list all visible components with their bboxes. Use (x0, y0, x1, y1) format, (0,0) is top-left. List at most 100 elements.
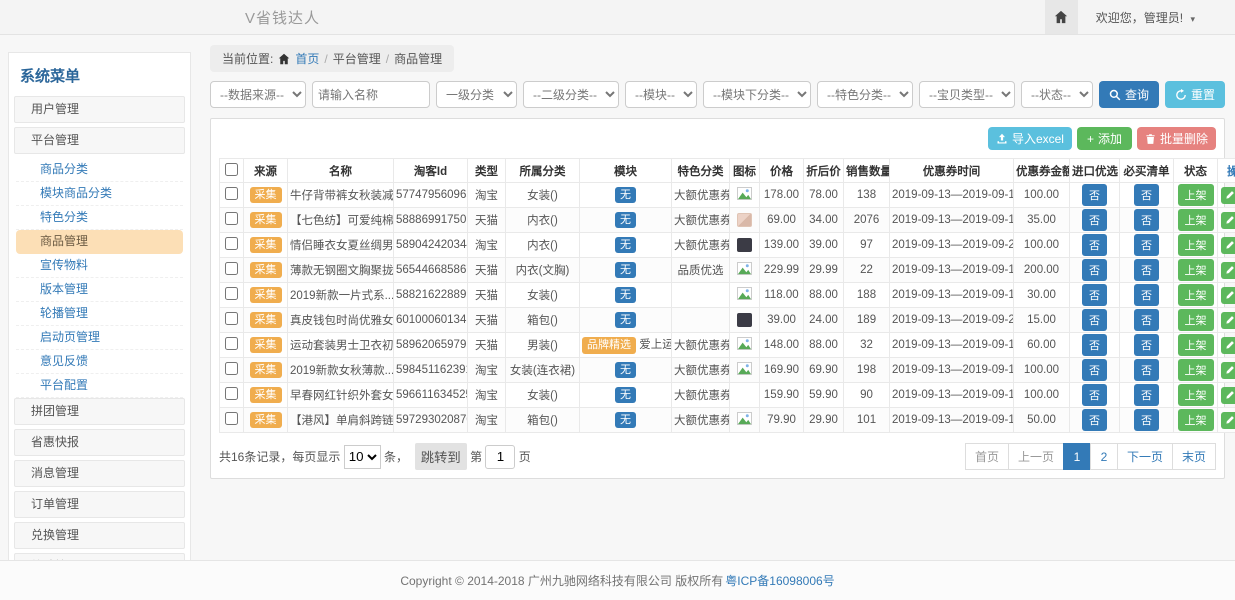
page-button-2[interactable]: 2 (1090, 443, 1118, 470)
row-checkbox[interactable] (225, 337, 238, 350)
import-select-toggle[interactable]: 否 (1082, 184, 1107, 206)
edit-button[interactable] (1221, 187, 1235, 204)
sidebar-item-platform-mgmt[interactable]: 平台管理 (14, 127, 185, 154)
must-buy-toggle[interactable]: 否 (1134, 384, 1159, 406)
row-checkbox[interactable] (225, 262, 238, 275)
must-buy-toggle[interactable]: 否 (1134, 209, 1159, 231)
item-type-select[interactable]: --宝贝类型-- (919, 81, 1015, 108)
sidebar-item-order-mgmt[interactable]: 订单管理 (14, 491, 185, 518)
add-button[interactable]: + 添加 (1077, 127, 1132, 150)
price-cell: 169.90 (760, 358, 804, 383)
module-subcategory-select[interactable]: --模块下分类-- (703, 81, 811, 108)
edit-button[interactable] (1221, 237, 1235, 254)
page-size-select[interactable]: 10 (344, 445, 381, 469)
edit-button[interactable] (1221, 312, 1235, 329)
feature-category-cell: 大额优惠券 (672, 383, 730, 408)
home-button[interactable] (1045, 0, 1078, 34)
import-select-toggle[interactable]: 否 (1082, 234, 1107, 256)
row-checkbox[interactable] (225, 237, 238, 250)
import-select-toggle[interactable]: 否 (1082, 384, 1107, 406)
status-button[interactable]: 上架 (1178, 409, 1214, 431)
sidebar-item-group-buy-mgmt[interactable]: 拼团管理 (14, 398, 185, 425)
sidebar-item-message-mgmt[interactable]: 消息管理 (14, 460, 185, 487)
feature-category-select[interactable]: --特色分类-- (817, 81, 913, 108)
must-buy-toggle[interactable]: 否 (1134, 284, 1159, 306)
edit-button[interactable] (1221, 212, 1235, 229)
sidebar-item-feature-category[interactable]: 特色分类 (16, 206, 183, 230)
sidebar-item-user-mgmt[interactable]: 用户管理 (14, 96, 185, 123)
sidebar-item-goods-category[interactable]: 商品分类 (16, 158, 183, 182)
row-checkbox[interactable] (225, 287, 238, 300)
must-buy-toggle[interactable]: 否 (1134, 359, 1159, 381)
name-search-input[interactable] (312, 81, 430, 108)
sidebar-item-province-news[interactable]: 省惠快报 (14, 429, 185, 456)
page-button-下一页[interactable]: 下一页 (1117, 443, 1173, 470)
sidebar-item-goods-mgmt[interactable]: 商品管理 (16, 230, 183, 254)
status-button[interactable]: 上架 (1178, 359, 1214, 381)
import-select-toggle[interactable]: 否 (1082, 409, 1107, 431)
sidebar-item-promo-materials[interactable]: 宣传物料 (16, 254, 183, 278)
sidebar-item-module-goods-category[interactable]: 模块商品分类 (16, 182, 183, 206)
sidebar-item-carousel-mgmt[interactable]: 轮播管理 (16, 302, 183, 326)
source-badge: 采集 (250, 237, 282, 253)
row-checkbox[interactable] (225, 212, 238, 225)
row-checkbox[interactable] (225, 312, 238, 325)
page-button-上一页[interactable]: 上一页 (1008, 443, 1064, 470)
import-select-toggle[interactable]: 否 (1082, 334, 1107, 356)
status-button[interactable]: 上架 (1178, 334, 1214, 356)
discount-price-cell: 39.00 (804, 233, 844, 258)
icp-link[interactable]: 粤ICP备16098006号 (725, 572, 834, 589)
sidebar-item-platform-config[interactable]: 平台配置 (16, 374, 183, 398)
jump-page-input[interactable] (485, 445, 515, 469)
edit-button[interactable] (1221, 412, 1235, 429)
status-button[interactable]: 上架 (1178, 234, 1214, 256)
status-button[interactable]: 上架 (1178, 209, 1214, 231)
breadcrumb-home-link[interactable]: 首页 (295, 50, 319, 67)
status-button[interactable]: 上架 (1178, 184, 1214, 206)
row-checkbox[interactable] (225, 362, 238, 375)
import-select-toggle[interactable]: 否 (1082, 259, 1107, 281)
row-checkbox[interactable] (225, 387, 238, 400)
must-buy-toggle[interactable]: 否 (1134, 234, 1159, 256)
status-button[interactable]: 上架 (1178, 284, 1214, 306)
sidebar-item-version-mgmt[interactable]: 版本管理 (16, 278, 183, 302)
edit-button[interactable] (1221, 262, 1235, 279)
level2-category-select[interactable]: --二级分类-- (523, 81, 619, 108)
page-button-首页[interactable]: 首页 (965, 443, 1009, 470)
edit-button[interactable] (1221, 287, 1235, 304)
import-excel-button[interactable]: 导入excel (988, 127, 1072, 150)
module-select[interactable]: --模块-- (625, 81, 697, 108)
reset-button[interactable]: 重置 (1165, 81, 1225, 108)
user-menu[interactable]: 欢迎您，管理员! ▾ (1078, 9, 1235, 26)
batch-delete-button[interactable]: 批量删除 (1137, 127, 1216, 150)
import-select-toggle[interactable]: 否 (1082, 309, 1107, 331)
must-buy-toggle[interactable]: 否 (1134, 334, 1159, 356)
edit-button[interactable] (1221, 362, 1235, 379)
select-all-checkbox[interactable] (225, 163, 238, 176)
data-source-select[interactable]: --数据来源-- (210, 81, 306, 108)
status-button[interactable]: 上架 (1178, 259, 1214, 281)
must-buy-toggle[interactable]: 否 (1134, 184, 1159, 206)
row-checkbox[interactable] (225, 187, 238, 200)
level1-category-select[interactable]: 一级分类 (436, 81, 517, 108)
edit-button[interactable] (1221, 387, 1235, 404)
status-button[interactable]: 上架 (1178, 384, 1214, 406)
edit-button[interactable] (1221, 337, 1235, 354)
must-buy-toggle[interactable]: 否 (1134, 409, 1159, 431)
page-button-1[interactable]: 1 (1063, 443, 1091, 470)
must-buy-toggle[interactable]: 否 (1134, 309, 1159, 331)
must-buy-toggle[interactable]: 否 (1134, 259, 1159, 281)
must-buy-cell: 否 (1120, 183, 1174, 208)
row-checkbox[interactable] (225, 412, 238, 425)
sidebar-item-splash-page-mgmt[interactable]: 启动页管理 (16, 326, 183, 350)
jump-button[interactable]: 跳转到 (415, 443, 467, 470)
sidebar-item-exchange-mgmt[interactable]: 兑换管理 (14, 522, 185, 549)
sidebar-item-feedback[interactable]: 意见反馈 (16, 350, 183, 374)
status-select[interactable]: --状态-- (1021, 81, 1093, 108)
status-button[interactable]: 上架 (1178, 309, 1214, 331)
search-button[interactable]: 查询 (1099, 81, 1159, 108)
import-select-toggle[interactable]: 否 (1082, 284, 1107, 306)
import-select-toggle[interactable]: 否 (1082, 359, 1107, 381)
import-select-toggle[interactable]: 否 (1082, 209, 1107, 231)
page-button-末页[interactable]: 末页 (1172, 443, 1216, 470)
